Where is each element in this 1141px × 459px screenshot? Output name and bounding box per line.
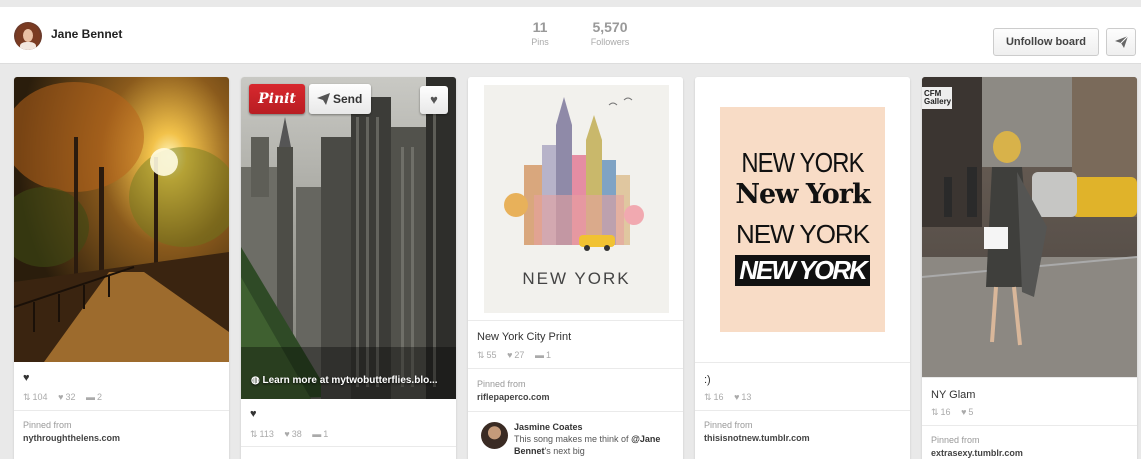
- poster-line-2: New York: [735, 179, 870, 210]
- send-pin-button[interactable]: Send: [309, 84, 371, 114]
- repin-icon: ⇅: [704, 392, 712, 402]
- like-icon: ♥: [507, 350, 513, 360]
- followers-count[interactable]: 5,570 Followers: [584, 19, 636, 47]
- pin-image-ny-glam[interactable]: CFM Gallery: [922, 77, 1137, 377]
- like-icon: ♥: [961, 407, 967, 417]
- like-count: 27: [514, 350, 525, 360]
- like-icon: ♥: [284, 429, 290, 439]
- pinned-from[interactable]: Pinned from nythroughthelens.com: [23, 420, 120, 443]
- pin-card[interactable]: ♥ ⇅ 104 ♥ 32 ▬ 2 Pinned from nythroughthele…: [14, 77, 229, 459]
- pinned-from-label: Pinned from: [704, 420, 753, 430]
- print-caption: NEW YORK: [522, 269, 631, 288]
- pin-description: ♥: [23, 372, 30, 384]
- like-pin-button[interactable]: ♥: [420, 86, 448, 114]
- comment-text-start: This song makes me think of: [514, 434, 629, 444]
- comment-icon: ▬: [534, 350, 544, 360]
- like-count: 38: [291, 429, 302, 439]
- commenter-name[interactable]: Jasmine Coates: [514, 422, 583, 432]
- heart-icon: ♥: [430, 92, 438, 107]
- like-icon: ♥: [58, 392, 64, 402]
- pinned-from[interactable]: Pinned from riflepaperco.com: [477, 379, 550, 402]
- pin-source-link[interactable]: nythroughthelens.com: [23, 433, 120, 443]
- pin-image-autumn-park[interactable]: [14, 77, 229, 362]
- pin-stats: ⇅ 16 ♥ 5: [931, 407, 981, 418]
- repin-icon: ⇅: [250, 429, 258, 439]
- store-sign: CFM Gallery: [924, 89, 952, 106]
- comment-count: 1: [323, 429, 329, 439]
- comment-icon: ▬: [312, 429, 322, 439]
- comment-text-end: 's next big: [544, 446, 585, 456]
- like-icon: ♥: [734, 392, 740, 402]
- pin-source-link[interactable]: extrasexy.tumblr.com: [931, 448, 1023, 458]
- pin-card[interactable]: NEW YORK New York City Print ⇅ 55 ♥ 27 ▬ 1 …: [468, 77, 683, 459]
- comment-text: This song makes me think of @Jane Bennet…: [514, 433, 679, 457]
- pin-card[interactable]: CFM Gallery NY Glam ⇅ 16 ♥ 5 Pinned from e…: [922, 77, 1137, 459]
- repin-count: 16: [713, 392, 724, 402]
- pin-stats: ⇅ 113 ♥ 38 ▬ 1: [250, 429, 336, 440]
- board-header: Jane Bennet 11 Pins 5,570 Followers Unfo…: [0, 7, 1141, 64]
- pin-source-link[interactable]: thisisnotnew.tumblr.com: [704, 433, 810, 443]
- pin-image-nyc-print[interactable]: NEW YORK: [468, 77, 683, 320]
- user-avatar[interactable]: [14, 22, 42, 50]
- unfollow-board-button[interactable]: Unfollow board: [993, 28, 1099, 56]
- pin-description: New York City Print: [477, 331, 572, 343]
- repin-count: 55: [486, 350, 497, 360]
- pin-stats: ⇅ 16 ♥ 13: [704, 392, 759, 403]
- pins-count[interactable]: 11 Pins: [522, 19, 558, 47]
- comment-count: 1: [545, 350, 551, 360]
- send-pin-label: Send: [333, 92, 363, 106]
- pinned-from[interactable]: Pinned from thisisnotnew.tumblr.com: [704, 420, 810, 443]
- pin-description: ♥: [250, 408, 257, 420]
- paper-plane-icon: [317, 93, 330, 105]
- pinit-button[interactable]: Pinit: [249, 84, 305, 114]
- pinned-from-label: Pinned from: [477, 379, 526, 389]
- paper-plane-icon: [1115, 36, 1128, 48]
- pin-stats: ⇅ 55 ♥ 27 ▬ 1: [477, 350, 559, 361]
- commenter-avatar[interactable]: [481, 422, 508, 449]
- poster-line-4: NEW YORK: [735, 255, 870, 286]
- poster-line-1: NEW YORK: [741, 147, 864, 178]
- repin-count: 104: [32, 392, 48, 402]
- pin-card[interactable]: Pinit Send ♥ ◍ Learn more at mytwobutter…: [241, 77, 456, 459]
- repin-icon: ⇅: [23, 392, 31, 402]
- repin-count: 16: [940, 407, 951, 417]
- pin-image-city-aerial[interactable]: [241, 77, 456, 399]
- like-count: 13: [741, 392, 752, 402]
- comment-icon: ▬: [85, 392, 95, 402]
- repin-count: 113: [259, 429, 274, 439]
- globe-icon: ◍: [251, 375, 263, 386]
- poster-line-3: NEW YORK: [735, 219, 870, 249]
- pin-description: :): [704, 374, 711, 386]
- followers-count-label: Followers: [590, 37, 630, 47]
- pinned-from-label: Pinned from: [23, 420, 72, 430]
- pin-description: NY Glam: [931, 389, 976, 401]
- pin-card[interactable]: NEW YORK New York NEW YORK NEW YORK :) ⇅…: [695, 77, 910, 459]
- user-name[interactable]: Jane Bennet: [51, 27, 122, 41]
- comment-count: 2: [96, 392, 102, 402]
- pin-image-newyork-poster[interactable]: NEW YORK New York NEW YORK NEW YORK: [695, 77, 910, 362]
- repin-icon: ⇅: [931, 407, 939, 417]
- pinned-from-label: Pinned from: [931, 435, 980, 445]
- repin-icon: ⇅: [477, 350, 485, 360]
- pin-stats: ⇅ 104 ♥ 32 ▬ 2: [23, 392, 110, 403]
- like-count: 5: [968, 407, 974, 417]
- learn-more-link[interactable]: ◍ Learn more at mytwobutterflies.blo...: [251, 375, 438, 386]
- learn-more-text: Learn more at mytwobutterflies.blo...: [262, 375, 438, 386]
- pins-count-value: 11: [532, 19, 548, 35]
- pin-source-link[interactable]: riflepaperco.com: [477, 392, 550, 402]
- like-count: 32: [65, 392, 76, 402]
- pins-count-label: Pins: [531, 37, 549, 47]
- send-board-button[interactable]: [1106, 28, 1136, 56]
- followers-count-value: 5,570: [592, 19, 628, 35]
- pinned-from[interactable]: Pinned from extrasexy.tumblr.com: [931, 435, 1023, 458]
